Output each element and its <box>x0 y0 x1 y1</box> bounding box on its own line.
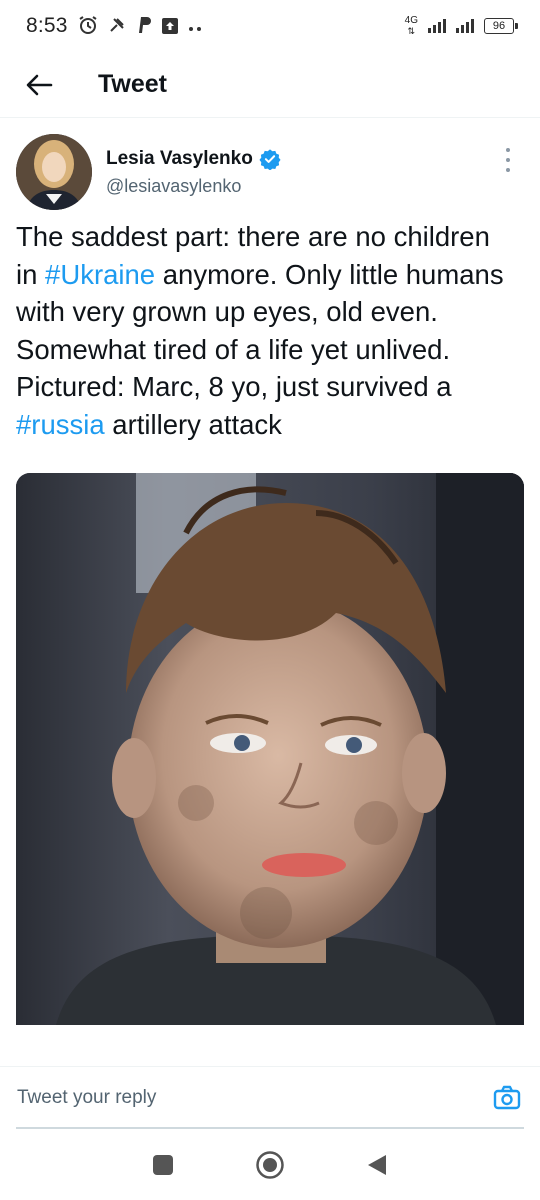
back-button[interactable] <box>22 68 56 102</box>
camera-icon[interactable] <box>492 1083 522 1113</box>
author-name[interactable]: Lesia Vasylenko <box>106 148 253 170</box>
reply-underline <box>16 1127 524 1129</box>
paypal-icon <box>136 16 152 37</box>
tweet: Lesia Vasylenko @lesiavasylenko The sadd… <box>16 134 524 1025</box>
battery-level: 96 <box>492 20 506 32</box>
page-title: Tweet <box>98 70 167 98</box>
app-header: Tweet <box>0 52 540 118</box>
system-nav-bar <box>0 1130 540 1200</box>
hashtag-link[interactable]: #Ukraine <box>45 259 155 290</box>
author-meta: Lesia Vasylenko @lesiavasylenko <box>106 148 281 197</box>
system-back-button[interactable] <box>357 1145 397 1185</box>
author-row: Lesia Vasylenko @lesiavasylenko <box>16 134 524 210</box>
network-label: 4G <box>404 15 418 26</box>
circle-home-icon <box>256 1151 284 1179</box>
reply-input[interactable] <box>17 1086 437 1109</box>
more-dots-icon <box>188 17 202 35</box>
more-dot <box>506 158 510 162</box>
more-dot <box>506 148 510 152</box>
signal-icon <box>428 19 446 33</box>
square-recents-icon <box>153 1155 174 1175</box>
status-left: 8:53 <box>26 14 202 38</box>
hashtag-link[interactable]: #russia <box>16 409 105 440</box>
status-time: 8:53 <box>26 14 68 37</box>
tweet-detail-screen: 8:53 4G ⇅ 96 Tweet Lesia Vasylenko @lesi… <box>0 0 540 1200</box>
tweet-photo[interactable] <box>16 473 524 1025</box>
status-bar: 8:53 4G ⇅ 96 <box>0 0 540 52</box>
tools-icon <box>108 16 126 37</box>
more-options-button[interactable] <box>498 148 518 172</box>
author-handle[interactable]: @lesiavasylenko <box>106 176 281 197</box>
battery-icon: 96 <box>484 18 518 34</box>
avatar[interactable] <box>16 134 92 210</box>
alarm-icon <box>78 15 98 38</box>
recents-button[interactable] <box>143 1145 183 1185</box>
network-type: 4G ⇅ <box>404 15 418 37</box>
wifi-signal-icon <box>456 19 474 33</box>
verified-badge-icon <box>259 149 281 170</box>
home-button[interactable] <box>250 1145 290 1185</box>
more-dot <box>506 168 510 172</box>
tweet-text-part: artillery attack <box>104 408 282 440</box>
tweet-text: The saddest part: there are no children … <box>16 218 516 443</box>
triangle-back-icon <box>367 1155 386 1175</box>
status-right: 4G ⇅ 96 <box>404 15 518 37</box>
upload-box-icon <box>161 18 178 34</box>
author-name-row: Lesia Vasylenko <box>106 148 281 170</box>
reply-bar <box>0 1066 540 1128</box>
arrow-left-icon <box>26 74 53 95</box>
